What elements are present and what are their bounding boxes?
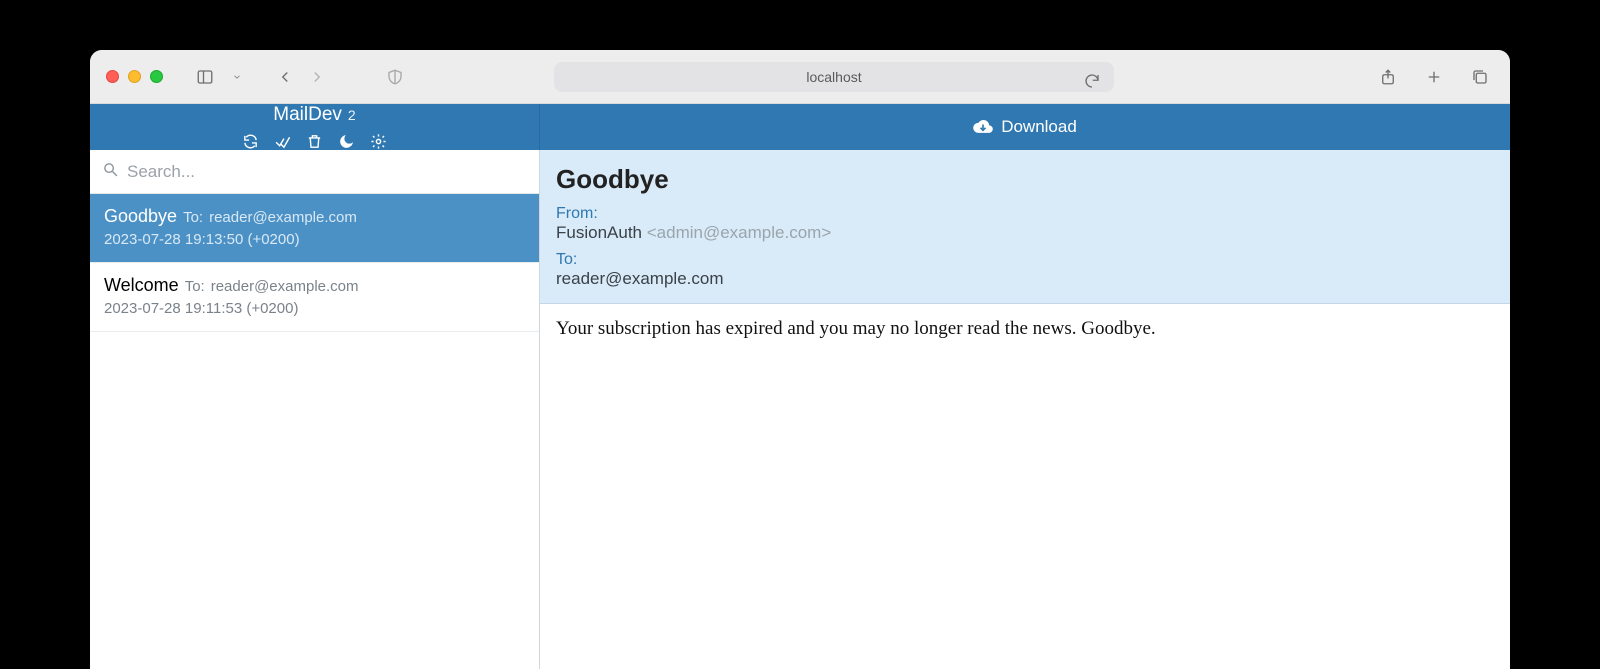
mail-date: 2023-07-28 19:13:50 (+0200)	[104, 231, 525, 248]
from-value: FusionAuth <admin@example.com>	[556, 223, 1494, 243]
reload-button[interactable]	[1078, 67, 1106, 95]
from-name: FusionAuth	[556, 223, 642, 242]
refresh-icon[interactable]	[242, 132, 260, 150]
mail-to-label: To:	[185, 278, 205, 295]
search-input[interactable]	[127, 162, 527, 182]
sidebar-menu-chevron-icon[interactable]	[223, 63, 251, 91]
message-toolbar: </> HTML 100% Download Relay Delet	[540, 104, 1510, 150]
search-icon	[102, 161, 119, 183]
chrome-right-group	[1374, 63, 1494, 91]
close-window-button[interactable]	[106, 70, 119, 83]
message-pane: Goodbye From: FusionAuth <admin@example.…	[540, 150, 1510, 669]
search-box	[90, 150, 539, 194]
browser-window: localhost MailDev 2	[90, 50, 1510, 669]
maildev-app: MailDev 2 </> HTML 100%	[90, 104, 1510, 669]
browser-chrome: localhost	[90, 50, 1510, 104]
mail-to-label: To:	[183, 209, 203, 226]
forward-button[interactable]	[303, 63, 331, 91]
back-button[interactable]	[271, 63, 299, 91]
sidebar-header: MailDev 2	[90, 104, 540, 150]
sidebar-tools	[242, 132, 388, 150]
message-header: Goodbye From: FusionAuth <admin@example.…	[540, 150, 1510, 304]
mail-list-pane: Goodbye To: reader@example.com 2023-07-2…	[90, 150, 540, 669]
sidebar-toggle-button[interactable]	[191, 63, 219, 91]
to-value: reader@example.com	[556, 269, 1494, 289]
minimize-window-button[interactable]	[128, 70, 141, 83]
download-button[interactable]: Download	[973, 117, 1077, 137]
privacy-shield-icon[interactable]	[381, 63, 409, 91]
dark-mode-icon[interactable]	[338, 132, 356, 150]
app-brand[interactable]: MailDev 2	[273, 104, 355, 126]
message-subject: Goodbye	[556, 164, 1494, 195]
share-button[interactable]	[1374, 63, 1402, 91]
trash-icon[interactable]	[306, 132, 324, 150]
address-text: localhost	[806, 69, 861, 85]
mail-to: reader@example.com	[209, 209, 357, 226]
mail-count: 2	[348, 107, 356, 123]
address-bar[interactable]: localhost	[554, 62, 1114, 92]
mail-date: 2023-07-28 19:11:53 (+0200)	[104, 300, 525, 317]
from-label: From:	[556, 205, 1494, 223]
mail-list-item[interactable]: Welcome To: reader@example.com 2023-07-2…	[90, 263, 539, 332]
fullscreen-window-button[interactable]	[150, 70, 163, 83]
new-tab-button[interactable]	[1420, 63, 1448, 91]
mail-subject: Welcome	[104, 275, 179, 296]
mail-subject: Goodbye	[104, 206, 177, 227]
to-label: To:	[556, 251, 1494, 269]
window-controls	[106, 70, 163, 83]
gear-icon[interactable]	[370, 132, 388, 150]
download-label: Download	[1001, 117, 1077, 137]
mark-read-icon[interactable]	[274, 132, 292, 150]
from-address: <admin@example.com>	[647, 223, 832, 242]
mail-list-item[interactable]: Goodbye To: reader@example.com 2023-07-2…	[90, 194, 539, 263]
mail-to: reader@example.com	[211, 278, 359, 295]
app-name: MailDev	[273, 104, 342, 126]
nav-group	[271, 63, 331, 91]
sidebar-toggle-group	[191, 63, 251, 91]
message-body: Your subscription has expired and you ma…	[540, 304, 1510, 669]
tabs-overview-button[interactable]	[1466, 63, 1494, 91]
